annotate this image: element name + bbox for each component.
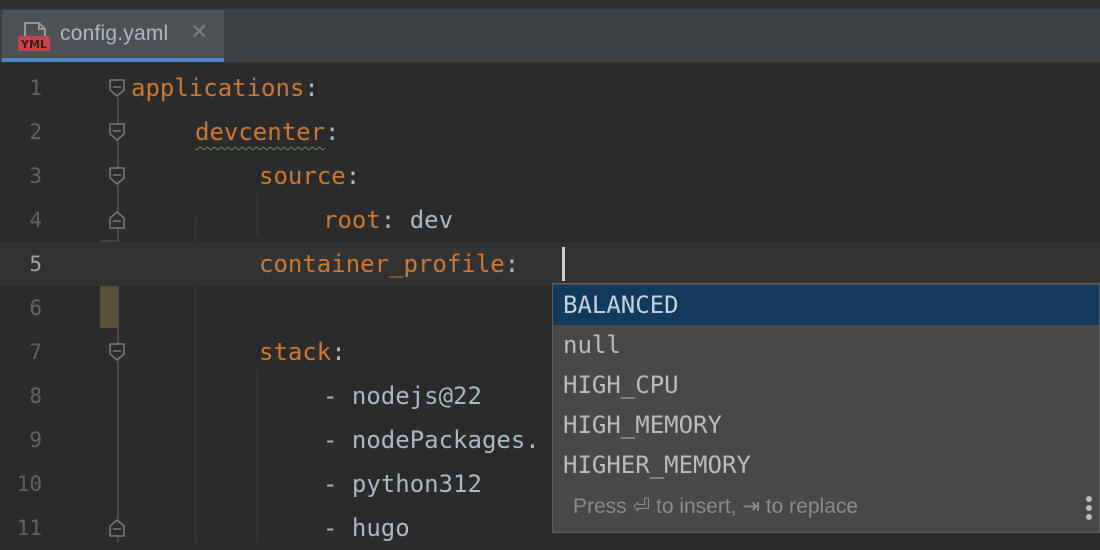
tab-config-yaml[interactable]: YML config.yaml ✕ — [2, 10, 224, 62]
yaml-colon: : — [345, 162, 361, 190]
code-text: - python312 — [323, 462, 482, 506]
list-value: nodejs@22 — [351, 382, 482, 410]
code-text: - hugo — [323, 506, 410, 550]
code-text: - nodejs@22 — [323, 374, 482, 418]
yaml-file-icon: YML — [18, 22, 50, 51]
line-number: 8 — [29, 384, 42, 408]
yaml-colon: : — [380, 206, 396, 234]
yaml-key: container_profile — [259, 250, 505, 278]
code-line: 2 devcenter: — [0, 110, 1100, 154]
tab-key-icon: ⇥ — [742, 495, 760, 518]
yaml-colon: : — [504, 250, 534, 278]
completion-item-high-cpu[interactable]: HIGH_CPU — [553, 365, 1099, 405]
fold-end-icon[interactable] — [108, 518, 126, 538]
yaml-colon: : — [325, 118, 340, 146]
yaml-file-icon-label: YML — [20, 38, 47, 51]
line-number: 3 — [29, 164, 42, 188]
text-caret — [562, 247, 565, 281]
hint-replace: to replace — [765, 495, 859, 518]
completion-item-higher-memory[interactable]: HIGHER_MEMORY — [553, 445, 1099, 485]
fold-icon[interactable] — [108, 342, 126, 362]
enter-key-icon: ⏎ — [632, 495, 651, 518]
code-line: 3 source: — [0, 154, 1100, 198]
code-text: applications: — [131, 66, 319, 110]
fold-icon[interactable] — [108, 78, 126, 98]
yaml-key-warning: devcenter — [195, 118, 326, 146]
code-line-current: 5 container_profile: — [0, 242, 1100, 286]
line-number: 4 — [29, 208, 42, 232]
code-text: stack: — [259, 330, 346, 374]
line-number: 6 — [29, 296, 42, 320]
list-dash: - — [323, 470, 352, 498]
list-dash: - — [323, 426, 352, 454]
line-number: 2 — [29, 120, 42, 144]
yaml-colon: : — [331, 338, 346, 366]
code-line: 4 root: dev — [0, 198, 1100, 242]
code-text: - nodePackages. — [323, 418, 540, 462]
list-value: python312 — [351, 470, 482, 498]
code-line: 1 applications: — [0, 66, 1100, 110]
yaml-key: stack — [259, 338, 332, 366]
yaml-key: root — [323, 206, 381, 234]
fold-icon[interactable] — [108, 166, 126, 186]
yaml-key: applications — [131, 74, 305, 102]
line-number: 10 — [16, 472, 42, 496]
line-number: 5 — [29, 252, 42, 276]
list-value: nodePackages. — [351, 426, 540, 454]
completion-item-balanced[interactable]: BALANCED — [553, 285, 1099, 325]
list-dash: - — [323, 514, 352, 542]
list-dash: - — [323, 382, 352, 410]
editor-tab-bar: YML config.yaml ✕ — [0, 0, 1100, 63]
line-number: 1 — [29, 76, 42, 100]
code-text: devcenter: — [195, 110, 340, 154]
fold-end-icon[interactable] — [108, 210, 126, 230]
completion-hint: Press ⏎ to insert, ⇥ to replace — [573, 494, 858, 519]
hint-press: Press — [573, 495, 627, 518]
completion-item-high-memory[interactable]: HIGH_MEMORY — [553, 405, 1099, 445]
yaml-key: source — [259, 162, 346, 190]
line-number: 11 — [16, 516, 42, 540]
fold-icon[interactable] — [108, 122, 126, 142]
window-top-strip — [0, 0, 1100, 9]
line-number: 7 — [29, 340, 42, 364]
code-text: root: dev — [323, 198, 453, 242]
completion-popup: BALANCED null HIGH_CPU HIGH_MEMORY HIGHE… — [552, 283, 1100, 533]
completion-item-null[interactable]: null — [553, 325, 1099, 365]
hint-insert: to insert, — [655, 495, 737, 518]
code-text: container_profile: — [259, 242, 534, 286]
yaml-colon: : — [304, 74, 319, 102]
tab-filename: config.yaml — [60, 22, 169, 45]
list-value: hugo — [351, 514, 410, 542]
more-options-icon[interactable] — [1085, 496, 1093, 524]
code-text: source: — [259, 154, 360, 198]
line-number: 9 — [29, 428, 42, 452]
yaml-value: dev — [395, 206, 454, 234]
close-icon[interactable]: ✕ — [190, 20, 208, 45]
